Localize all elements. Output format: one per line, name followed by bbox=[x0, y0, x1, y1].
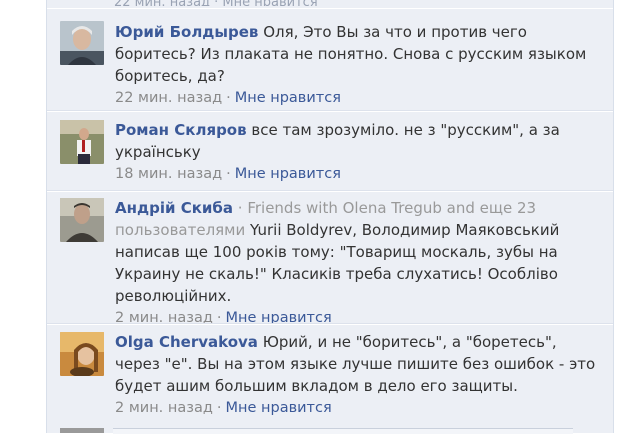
meta-separator: · bbox=[226, 90, 231, 106]
meta-separator: · bbox=[216, 400, 222, 416]
like-link[interactable]: Мне нравится bbox=[235, 90, 341, 106]
comment-author-link[interactable]: Olga Chervakova bbox=[115, 333, 258, 351]
user-avatar-icon[interactable] bbox=[60, 120, 104, 164]
comment-author-link[interactable]: Роман Скляров bbox=[115, 121, 247, 139]
comment-timestamp[interactable]: 22 мин. назад bbox=[115, 90, 222, 106]
comment-item: Olga Chervakova Юрий, и не "боритесь", а… bbox=[47, 324, 613, 425]
like-link[interactable]: Мне нравится bbox=[226, 400, 332, 416]
like-link[interactable]: Мне нравится bbox=[235, 166, 341, 182]
comment-body: Юрий Болдырев Оля, Это Вы за что и проти… bbox=[115, 21, 605, 109]
comment-item: Андрій Скиба · Friends with Olena Tregub… bbox=[47, 191, 613, 326]
comment-body: Андрій Скиба · Friends with Olena Tregub… bbox=[115, 197, 605, 329]
comment-timestamp[interactable]: 18 мин. назад bbox=[115, 166, 222, 182]
next-comment-box bbox=[113, 428, 573, 434]
comment-item: Роман Скляров все там зрозуміло. не з "р… bbox=[47, 111, 613, 192]
meta-separator: · bbox=[226, 166, 231, 182]
previous-comment-fragment: 22 мин. назад · Мне нравится bbox=[114, 0, 434, 6]
comments-feed: 22 мин. назад · Мне нравится Юрий Болдыр… bbox=[46, 0, 614, 434]
user-avatar-icon[interactable] bbox=[60, 332, 104, 376]
comment-body: Olga Chervakova Юрий, и не "боритесь", а… bbox=[115, 331, 605, 419]
user-avatar-icon[interactable] bbox=[60, 198, 104, 242]
comment-item: Юрий Болдырев Оля, Это Вы за что и проти… bbox=[47, 8, 613, 112]
comment-meta: 2 мин. назад · Мне нравится bbox=[115, 397, 605, 419]
user-avatar-icon[interactable] bbox=[60, 21, 104, 65]
comment-meta: 18 мин. назад · Мне нравится bbox=[115, 163, 605, 185]
comment-meta: 22 мин. назад · Мне нравится bbox=[115, 87, 605, 109]
comment-body: Роман Скляров все там зрозуміло. не з "р… bbox=[115, 119, 605, 185]
comment-author-link[interactable]: Юрий Болдырев bbox=[115, 23, 258, 41]
comment-timestamp[interactable]: 2 мин. назад bbox=[115, 400, 213, 416]
next-comment-avatar bbox=[60, 428, 104, 433]
comment-author-link[interactable]: Андрій Скиба bbox=[115, 199, 233, 217]
